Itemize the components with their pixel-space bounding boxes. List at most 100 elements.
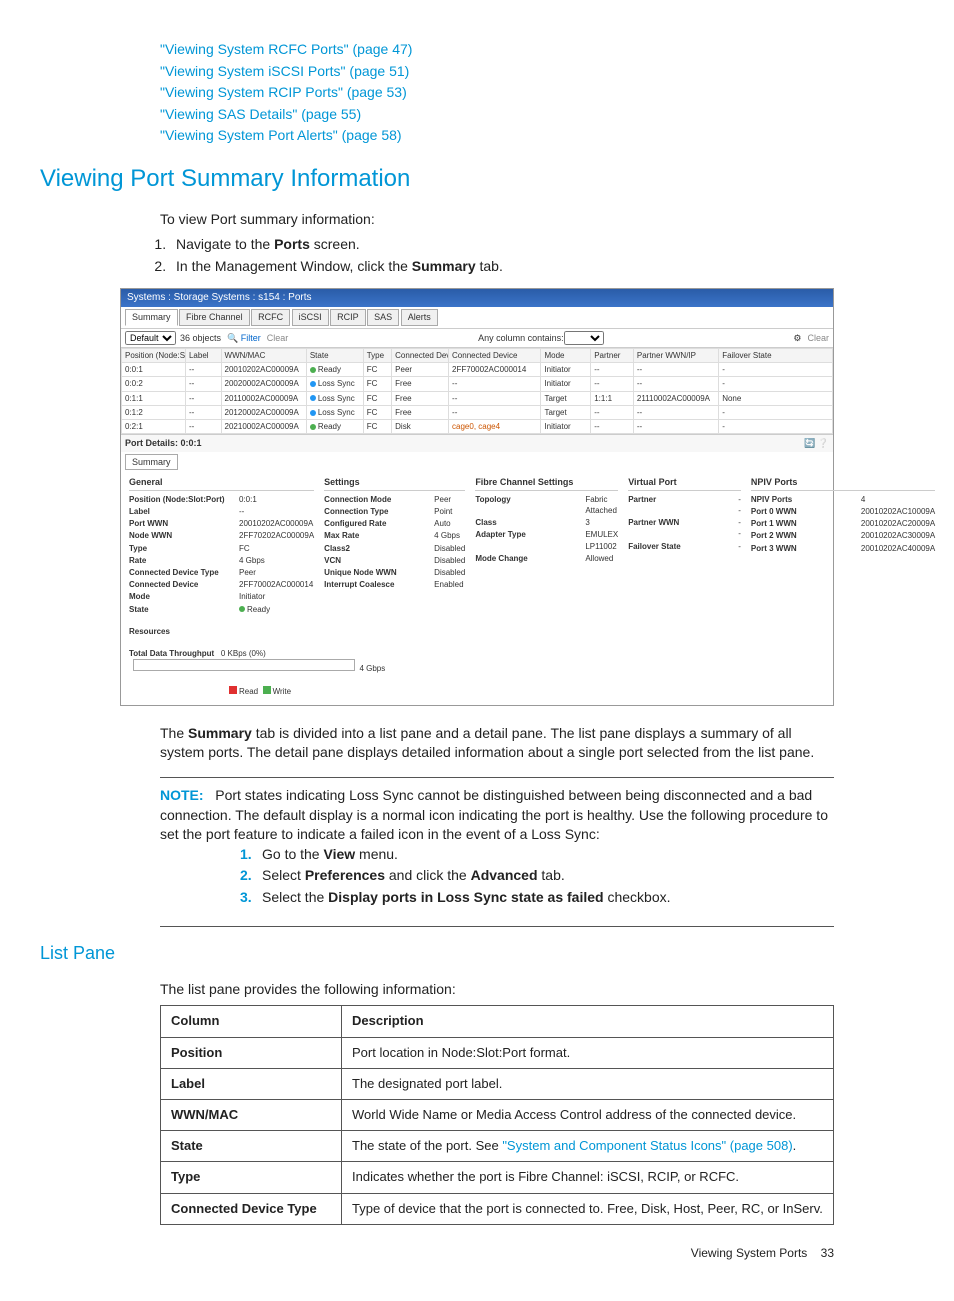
- page-footer: Viewing System Ports 33: [80, 1245, 834, 1262]
- col-header[interactable]: Connected Device Type: [392, 348, 449, 362]
- detail-subtabs: Summary: [121, 452, 833, 473]
- detail-row: Class3: [475, 517, 618, 528]
- tab-rcip[interactable]: RCIP: [330, 309, 366, 326]
- col-header[interactable]: Position (Node:Slot:Port): [122, 348, 186, 362]
- filter-bar: Default 36 objects 🔍 Filter Clear Any co…: [121, 329, 833, 348]
- resources-label: Resources: [129, 627, 170, 636]
- detail-row: Port 2 WWN20010202AC30009A: [751, 530, 935, 541]
- settings-header: Settings: [324, 476, 465, 491]
- detail-row: Max Rate4 Gbps: [324, 530, 465, 541]
- section-heading: Viewing Port Summary Information: [40, 162, 874, 196]
- detail-row: Interrupt CoalesceEnabled: [324, 579, 465, 590]
- settings-icon[interactable]: ⚙: [793, 332, 801, 345]
- detail-row: Configured RateAuto: [324, 518, 465, 529]
- detail-row: Connection ModePeer: [324, 494, 465, 505]
- detail-row: Partner WWN--: [628, 517, 741, 539]
- detail-row: TopologyFabric Attached: [475, 494, 618, 516]
- note-label: NOTE:: [160, 787, 204, 803]
- col-header[interactable]: Label: [185, 348, 221, 362]
- detail-row: Class2Disabled: [324, 543, 465, 554]
- table-row[interactable]: 0:0:1--20010202AC00009AReadyFCPeer2FF700…: [122, 363, 833, 377]
- detail-row: Position (Node:Slot:Port)0:0:1: [129, 494, 314, 505]
- throughput-rate: 4 Gbps: [359, 664, 385, 673]
- note-text: Port states indicating Loss Sync cannot …: [160, 787, 828, 842]
- detail-row: StateReady: [129, 604, 314, 615]
- detail-row: Connected Device TypePeer: [129, 567, 314, 578]
- write-color-icon: [263, 686, 271, 694]
- detail-row: Port WWN20010202AC00009A: [129, 518, 314, 529]
- npiv-header: NPIV Ports: [751, 476, 935, 491]
- detail-row: NPIV Ports4: [751, 494, 935, 505]
- table-row[interactable]: 0:1:2--20120002AC00009ALoss SyncFCFree--…: [122, 405, 833, 419]
- toc-link[interactable]: "Viewing System RCFC Ports" (page 47): [160, 41, 412, 57]
- table-row[interactable]: 0:1:1--20110002AC00009ALoss SyncFCFree--…: [122, 391, 833, 405]
- toc-link[interactable]: "Viewing System Port Alerts" (page 58): [160, 127, 402, 143]
- window-titlebar: Systems : Storage Systems : s154 : Ports: [121, 289, 833, 307]
- col-header[interactable]: Type: [363, 348, 391, 362]
- read-color-icon: [229, 686, 237, 694]
- procedure-list: Navigate to the Ports screen. In the Man…: [170, 235, 874, 276]
- toc-link[interactable]: "Viewing System iSCSI Ports" (page 51): [160, 63, 409, 79]
- step: In the Management Window, click the Summ…: [170, 257, 874, 277]
- detail-row: Port 3 WWN20010202AC40009A: [751, 543, 935, 554]
- resources-section: Resources Total Data Throughput 0 KBps (…: [121, 624, 833, 705]
- subtab-summary[interactable]: Summary: [125, 454, 178, 471]
- table-row: Connected Device TypeType of device that…: [161, 1193, 834, 1224]
- table-row: PositionPort location in Node:Slot:Port …: [161, 1037, 834, 1068]
- column-description-table: Column Description PositionPort location…: [160, 1005, 834, 1224]
- table-row: LabelThe designated port label.: [161, 1068, 834, 1099]
- table-header: Description: [342, 1006, 834, 1037]
- table-header: Column: [161, 1006, 342, 1037]
- table-row[interactable]: 0:0:2--20020002AC00009ALoss SyncFCFree--…: [122, 377, 833, 391]
- refresh-icon[interactable]: 🔄: [804, 437, 815, 450]
- tab-summary[interactable]: Summary: [125, 309, 178, 326]
- clear-link-2[interactable]: Clear: [807, 332, 829, 345]
- body-paragraph: The Summary tab is divided into a list p…: [160, 724, 834, 763]
- listpane-heading: List Pane: [40, 941, 874, 966]
- clear-link[interactable]: Clear: [267, 332, 289, 345]
- cross-ref-link[interactable]: "System and Component Status Icons" (pag…: [502, 1138, 792, 1153]
- table-row: WWN/MACWorld Wide Name or Media Access C…: [161, 1099, 834, 1130]
- listpane-intro: The list pane provides the following inf…: [160, 980, 874, 1000]
- tab-sas[interactable]: SAS: [367, 309, 399, 326]
- detail-row: Port 1 WWN20010202AC20009A: [751, 518, 935, 529]
- table-row: TypeIndicates whether the port is Fibre …: [161, 1162, 834, 1193]
- detail-row: Partner--: [628, 494, 741, 516]
- col-header[interactable]: WWN/MAC: [221, 348, 306, 362]
- col-header[interactable]: Connected Device: [449, 348, 541, 362]
- step: Select Preferences and click the Advance…: [240, 866, 834, 886]
- col-header[interactable]: State: [306, 348, 363, 362]
- col-header[interactable]: Partner WWN/IP: [633, 348, 718, 362]
- detail-row: Label--: [129, 506, 314, 517]
- detail-row: Node WWN2FF70202AC00009A: [129, 530, 314, 541]
- filter-link[interactable]: 🔍 Filter: [227, 332, 261, 345]
- toc-link[interactable]: "Viewing SAS Details" (page 55): [160, 106, 361, 122]
- general-header: General: [129, 476, 314, 491]
- detail-pane: General Position (Node:Slot:Port)0:0:1Lab…: [121, 472, 833, 623]
- table-row[interactable]: 0:2:1--20210002AC00009AReadyFCDiskcage0,…: [122, 419, 833, 433]
- tab-alerts[interactable]: Alerts: [401, 309, 438, 326]
- anycol-select[interactable]: [564, 331, 604, 345]
- tab-rcfc[interactable]: RCFC: [251, 309, 290, 326]
- detail-row: VCNDisabled: [324, 555, 465, 566]
- toc-link[interactable]: "Viewing System RCIP Ports" (page 53): [160, 84, 407, 100]
- detail-row: TypeFC: [129, 543, 314, 554]
- throughput-value: 0 KBps (0%): [221, 649, 266, 658]
- note-block: NOTE: Port states indicating Loss Sync c…: [160, 777, 834, 927]
- step: Go to the View menu.: [240, 845, 834, 865]
- port-details-bar: Port Details: 0:0:1 🔄 ❔: [121, 434, 833, 452]
- detail-row: Unique Node WWNDisabled: [324, 567, 465, 578]
- detail-row: Adapter TypeEMULEX LP11002: [475, 529, 618, 551]
- table-row: StateThe state of the port. See "System …: [161, 1131, 834, 1162]
- object-count: 36 objects: [180, 332, 221, 345]
- help-icon[interactable]: ❔: [818, 437, 829, 450]
- detail-row: Connected Device2FF70002AC000014: [129, 579, 314, 590]
- main-tabs: Summary Fibre Channel RCFC iSCSI RCIP SA…: [121, 307, 833, 329]
- tab-iscsi[interactable]: iSCSI: [292, 309, 329, 326]
- col-header[interactable]: Failover State: [719, 348, 833, 362]
- filter-select[interactable]: Default: [125, 331, 176, 345]
- step: Select the Display ports in Loss Sync st…: [240, 888, 834, 908]
- col-header[interactable]: Mode: [541, 348, 591, 362]
- col-header[interactable]: Partner: [591, 348, 634, 362]
- tab-fibre-channel[interactable]: Fibre Channel: [179, 309, 250, 326]
